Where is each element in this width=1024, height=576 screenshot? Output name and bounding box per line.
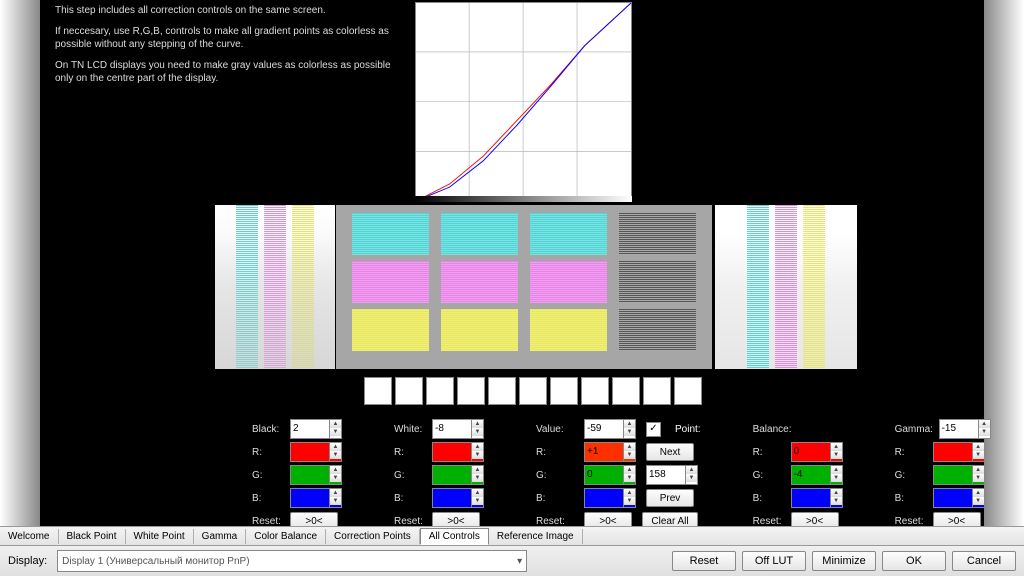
white-spin[interactable]: ▲▼	[432, 419, 484, 439]
value-n[interactable]: ▲▼	[646, 465, 698, 485]
gradient-panel-right	[715, 205, 857, 369]
point-label: Point:	[675, 424, 701, 435]
swatch[interactable]	[364, 377, 392, 405]
black-label: Black:	[252, 424, 290, 435]
swatch[interactable]	[426, 377, 454, 405]
tab-reference-image[interactable]: Reference Image	[489, 529, 583, 544]
minimize-button[interactable]: Minimize	[812, 551, 876, 571]
stripe-yellow	[292, 205, 314, 369]
black-group: Black:▲▼ R:▲▼ G:▲▼ B:▲▼ Reset:>0<	[252, 420, 342, 530]
stripe-yellow	[803, 205, 825, 369]
swatch[interactable]	[581, 377, 609, 405]
black-spin[interactable]: ▲▼	[290, 419, 342, 439]
gamma-b[interactable]: ▲▼	[933, 488, 985, 508]
tab-color-balance[interactable]: Color Balance	[246, 529, 326, 544]
white-b[interactable]: ▲▼	[432, 488, 484, 508]
swatch[interactable]	[457, 377, 485, 405]
tab-gamma[interactable]: Gamma	[194, 529, 247, 544]
stripe-cyan	[747, 205, 769, 369]
instructions: This step includes all correction contro…	[55, 4, 395, 93]
next-button[interactable]: Next	[646, 443, 694, 461]
value-group: Value: ▲▼ ✓ Point: R:▲▼Next G:▲▼▲▼ B:▲▼P…	[536, 420, 701, 530]
off-lut-button[interactable]: Off LUT	[742, 551, 806, 571]
value-r[interactable]: ▲▼	[584, 442, 636, 462]
balance-r[interactable]: ▲▼	[791, 442, 843, 462]
stripe-magenta	[775, 205, 797, 369]
stripe-magenta	[264, 205, 286, 369]
value-b[interactable]: ▲▼	[584, 488, 636, 508]
main-stage: This step includes all correction contro…	[40, 0, 984, 576]
gradient-panel-left	[215, 205, 335, 369]
reset-button[interactable]: Reset	[672, 551, 736, 571]
gradient-scale	[415, 196, 632, 202]
chevron-down-icon: ▾	[517, 556, 522, 567]
black-g[interactable]: ▲▼	[290, 465, 342, 485]
gamma-spin[interactable]: ▲▼	[939, 419, 991, 439]
balance-group: Balance: R:▲▼ G:▲▼ B:▲▼ Reset:>0<	[753, 420, 843, 530]
balance-g[interactable]: ▲▼	[791, 465, 843, 485]
white-group: White:▲▼ R:▲▼ G:▲▼ B:▲▼ Reset:>0<	[394, 420, 484, 530]
tab-bar: WelcomeBlack PointWhite PointGammaColor …	[0, 526, 1024, 546]
black-b[interactable]: ▲▼	[290, 488, 342, 508]
black-r[interactable]: ▲▼	[290, 442, 342, 462]
tab-all-controls[interactable]: All Controls	[420, 528, 489, 545]
gradient-panel-center	[336, 205, 712, 369]
tab-correction-points[interactable]: Correction Points	[326, 529, 420, 544]
balance-b[interactable]: ▲▼	[791, 488, 843, 508]
swatch[interactable]	[395, 377, 423, 405]
value-g[interactable]: ▲▼	[584, 465, 636, 485]
stripe-cyan	[236, 205, 258, 369]
tab-white-point[interactable]: White Point	[126, 529, 194, 544]
gamma-g[interactable]: ▲▼	[933, 465, 985, 485]
white-g[interactable]: ▲▼	[432, 465, 484, 485]
instr-line: If neccesary, use R,G,B, controls to mak…	[55, 25, 395, 51]
swatch[interactable]	[519, 377, 547, 405]
gamma-group: Gamma:▲▼ R:▲▼ G:▲▼ B:▲▼ Reset:>0<	[895, 420, 991, 530]
bottom-bar: Display: Display 1 (Универсальный монито…	[0, 546, 1024, 576]
point-checkbox[interactable]: ✓	[646, 422, 661, 437]
cancel-button[interactable]: Cancel	[952, 551, 1016, 571]
gamma-curve-chart	[415, 2, 632, 202]
value-spin[interactable]: ▲▼	[584, 419, 636, 439]
swatch[interactable]	[674, 377, 702, 405]
prev-button[interactable]: Prev	[646, 489, 694, 507]
ok-button[interactable]: OK	[882, 551, 946, 571]
tab-black-point[interactable]: Black Point	[59, 529, 126, 544]
instr-line: This step includes all correction contro…	[55, 4, 395, 17]
tab-welcome[interactable]: Welcome	[0, 529, 59, 544]
swatch[interactable]	[612, 377, 640, 405]
controls-area: Black:▲▼ R:▲▼ G:▲▼ B:▲▼ Reset:>0< White:…	[252, 420, 991, 530]
swatch[interactable]	[643, 377, 671, 405]
left-gradient	[0, 0, 40, 576]
display-label: Display:	[8, 555, 47, 567]
display-dropdown[interactable]: Display 1 (Универсальный монитор PnP) ▾	[57, 550, 527, 572]
swatch[interactable]	[550, 377, 578, 405]
swatch[interactable]	[488, 377, 516, 405]
swatch-row	[364, 377, 702, 405]
white-r[interactable]: ▲▼	[432, 442, 484, 462]
gamma-r[interactable]: ▲▼	[933, 442, 985, 462]
instr-line: On TN LCD displays you need to make gray…	[55, 59, 395, 85]
